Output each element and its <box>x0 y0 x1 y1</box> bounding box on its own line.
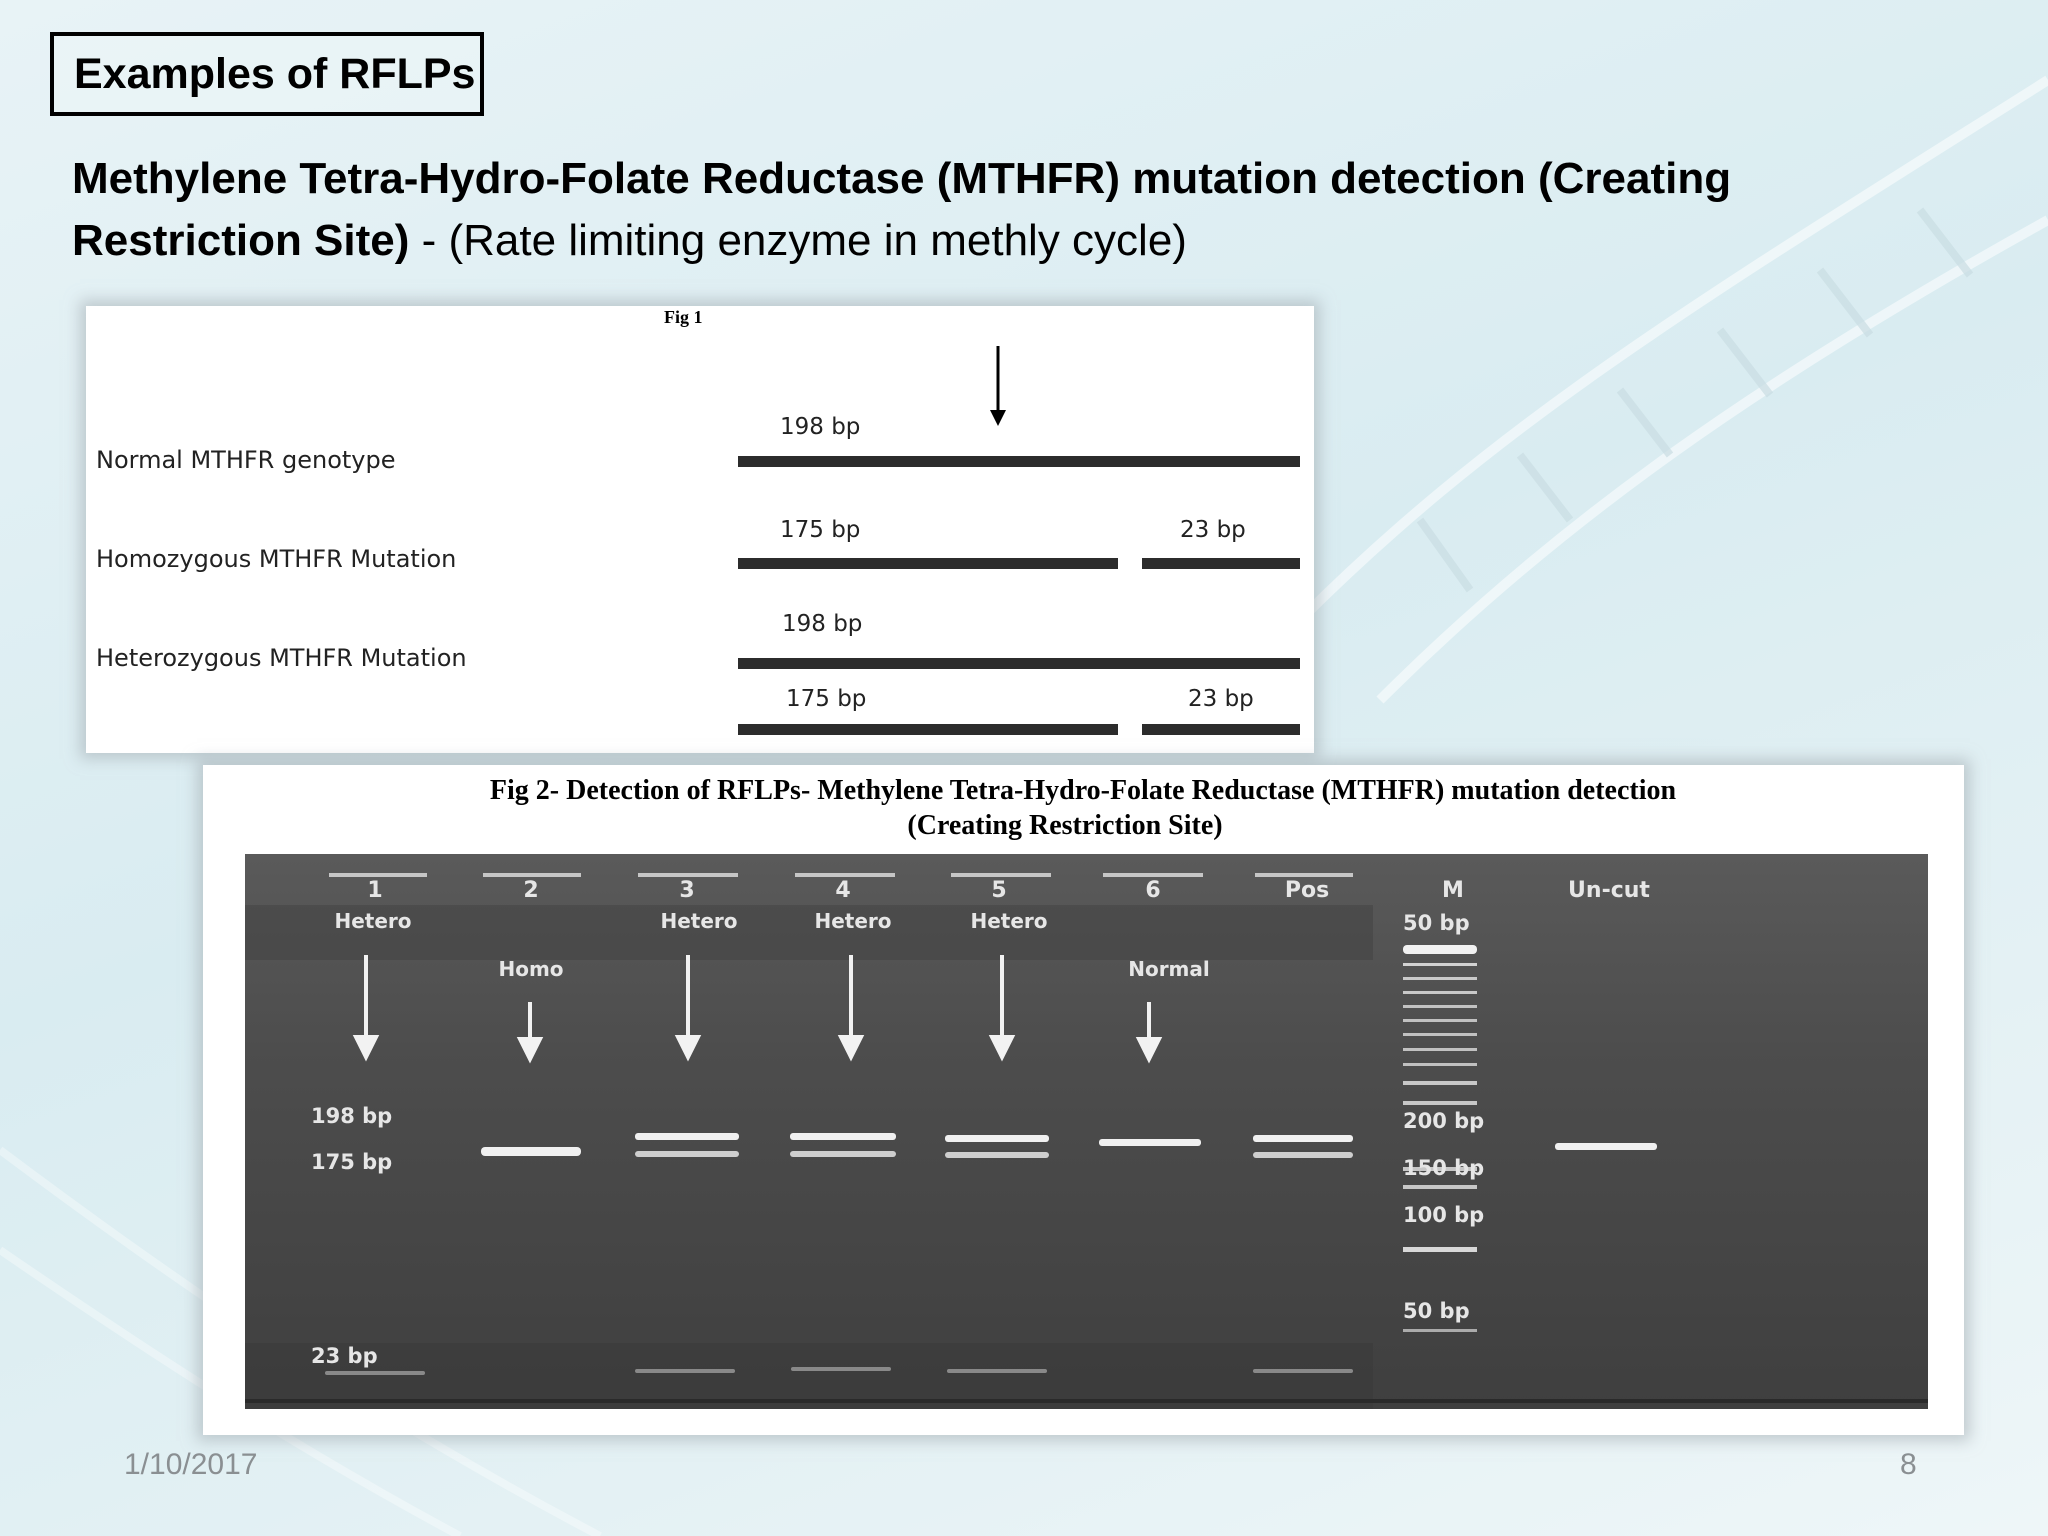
slide-title: Examples of RFLPs <box>50 32 484 116</box>
band-size-label: 175 bp <box>311 1150 392 1174</box>
lane-number: M <box>1442 878 1464 903</box>
lane-genotype: Hetero <box>970 909 1047 933</box>
row-label-normal: Normal MTHFR genotype <box>96 446 396 474</box>
lane-number: 6 <box>1145 878 1160 903</box>
figure-1-panel: Fig 1 Normal MTHFR genotype Homozygous M… <box>86 306 1314 753</box>
cut-site-arrow <box>990 346 1006 426</box>
gel-band <box>1555 1143 1657 1150</box>
marker-label: 150 bp <box>1403 1156 1484 1180</box>
gel-band <box>945 1135 1049 1142</box>
footer-page-number: 8 <box>1900 1448 1917 1481</box>
gel-band <box>481 1147 581 1156</box>
gel-band-faint <box>325 1371 425 1375</box>
fragment-label: 23 bp <box>1188 686 1254 712</box>
figure-1-diagram: Fig 1 Normal MTHFR genotype Homozygous M… <box>96 307 1300 735</box>
band-size-label: 198 bp <box>311 1104 392 1128</box>
heading-note: (Rate limiting enzyme in methly cycle) <box>448 216 1187 265</box>
fragment-label: 23 bp <box>1180 517 1246 543</box>
lane-genotype: Hetero <box>814 909 891 933</box>
gel-band-faint <box>635 1369 735 1373</box>
gel-band <box>1253 1152 1353 1158</box>
gel-band <box>1099 1139 1201 1146</box>
footer-date: 1/10/2017 <box>124 1448 258 1481</box>
figure-2-title-line1: Fig 2- Detection of RFLPs- Methylene Tet… <box>490 775 1677 806</box>
lane-genotype: Hetero <box>334 909 411 933</box>
figure-1-caption: Fig 1 <box>664 307 703 327</box>
lane-genotype: Hetero <box>660 909 737 933</box>
lane-genotype: Normal <box>1128 957 1210 981</box>
figure-2-title-line2: (Creating Restriction Site) <box>907 810 1222 841</box>
fragment-bar <box>738 456 1300 467</box>
gel-band <box>945 1152 1049 1158</box>
gel-band-faint <box>947 1369 1047 1373</box>
fragment-bar <box>1142 558 1300 569</box>
lane-genotype: Homo <box>498 957 563 981</box>
lane-number: 2 <box>523 878 538 903</box>
fragment-label: 198 bp <box>782 611 862 637</box>
lane-number: 3 <box>679 878 694 903</box>
gel-band <box>790 1133 896 1140</box>
marker-label: 200 bp <box>1403 1109 1484 1133</box>
row-label-homozygous: Homozygous MTHFR Mutation <box>96 545 456 573</box>
marker-label: 50 bp <box>1403 1299 1470 1323</box>
lane-number: 1 <box>367 878 382 903</box>
heading-separator: - <box>409 216 449 265</box>
gel-band <box>790 1151 896 1157</box>
row-label-heterozygous: Heterozygous MTHFR Mutation <box>96 644 467 672</box>
fragment-label: 198 bp <box>780 414 860 440</box>
fragment-bar <box>738 658 1300 669</box>
fragment-bar <box>738 724 1118 735</box>
lane-number: Un-cut <box>1568 878 1650 903</box>
fragment-bar <box>738 558 1118 569</box>
fragment-label: 175 bp <box>780 517 860 543</box>
figure-2-gel: Fig 2- Detection of RFLPs- Methylene Tet… <box>245 775 1928 1409</box>
slide-heading: Methylene Tetra-Hydro-Folate Reductase (… <box>72 148 1872 272</box>
gel-label-strip <box>245 905 1373 960</box>
band-size-label: 23 bp <box>311 1344 378 1368</box>
fragment-label: 175 bp <box>786 686 866 712</box>
gel-band <box>635 1151 739 1157</box>
gel-band-faint <box>1253 1369 1353 1373</box>
marker-label: 50 bp <box>1403 911 1470 935</box>
gel-band <box>1253 1135 1353 1142</box>
fragment-bar <box>1142 724 1300 735</box>
gel-band <box>635 1133 739 1140</box>
lane-number: Pos <box>1285 878 1329 903</box>
lane-number: 5 <box>991 878 1006 903</box>
figure-2-panel: Fig 2- Detection of RFLPs- Methylene Tet… <box>203 765 1964 1435</box>
marker-label: 100 bp <box>1403 1203 1484 1227</box>
lane-number: 4 <box>835 878 850 903</box>
gel-band-faint <box>791 1367 891 1371</box>
